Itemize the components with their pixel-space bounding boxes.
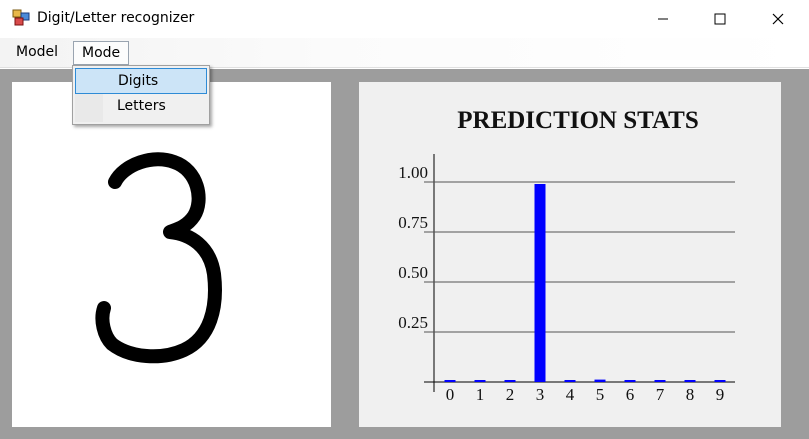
x-tick-label: 5 xyxy=(596,385,605,404)
x-tick-label: 2 xyxy=(506,385,515,404)
y-tick-label: 1.00 xyxy=(398,163,428,182)
chart-title: PREDICTION STATS xyxy=(457,107,699,134)
x-tick-label: 3 xyxy=(536,385,545,404)
prediction-stats-panel: PREDICTION STATS 0.25 0.50 0.75 1.00 0 1 2 3 4 5 6… xyxy=(359,82,781,427)
drawing-canvas[interactable] xyxy=(12,82,331,427)
maximize-icon xyxy=(714,13,726,25)
close-button[interactable] xyxy=(755,0,801,38)
x-tick-label: 7 xyxy=(656,385,665,404)
x-tick-label: 9 xyxy=(716,385,725,404)
title-bar[interactable]: Digit/Letter recognizer xyxy=(0,0,809,38)
bar-2 xyxy=(504,380,516,382)
maximize-button[interactable] xyxy=(697,0,743,38)
y-tick-label: 0.25 xyxy=(398,313,428,332)
minimize-button[interactable] xyxy=(640,0,686,38)
prediction-chart: PREDICTION STATS 0.25 0.50 0.75 1.00 0 1 2 3 4 5 6… xyxy=(398,107,735,404)
y-tick-label: 0.75 xyxy=(398,213,428,232)
dropdown-item-digits[interactable]: Digits xyxy=(75,68,207,94)
app-icon xyxy=(12,9,30,26)
mode-dropdown: Digits Letters xyxy=(72,65,210,125)
x-tick-label: 1 xyxy=(476,385,485,404)
bar-8 xyxy=(684,380,696,382)
bar-0 xyxy=(444,380,456,382)
y-tick-label: 0.50 xyxy=(398,263,428,282)
x-tick-label: 6 xyxy=(626,385,635,404)
dropdown-item-letters[interactable]: Letters xyxy=(75,94,207,120)
close-icon xyxy=(772,13,784,25)
bar-6 xyxy=(624,380,636,382)
menu-model[interactable]: Model xyxy=(8,41,66,65)
bar-4 xyxy=(564,380,576,382)
bar-5 xyxy=(594,379,606,382)
bar-9 xyxy=(714,380,726,382)
minimize-icon xyxy=(658,18,668,20)
bar-7 xyxy=(654,380,666,382)
bar-1 xyxy=(474,380,486,382)
x-tick-label: 4 xyxy=(566,385,575,404)
bar-3 xyxy=(534,184,546,382)
window-title: Digit/Letter recognizer xyxy=(37,10,195,26)
drawn-digit-stroke xyxy=(95,152,222,364)
menu-mode[interactable]: Mode xyxy=(73,41,130,65)
x-tick-label: 8 xyxy=(686,385,695,404)
menu-bar: Model Mode xyxy=(0,38,809,68)
x-tick-label: 0 xyxy=(446,385,455,404)
